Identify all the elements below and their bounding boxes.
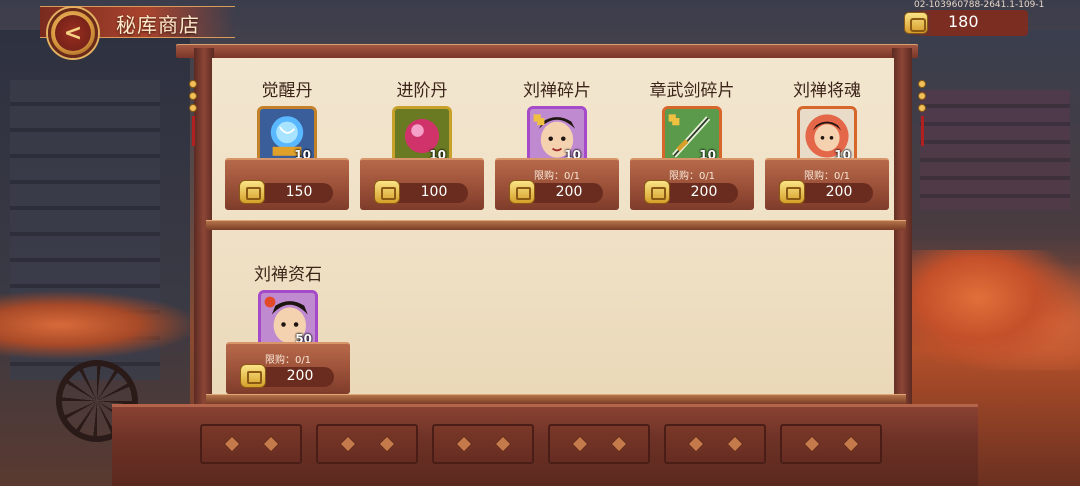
item-price: 200 — [825, 184, 853, 200]
item-name: 觉醒丹 — [261, 81, 313, 101]
shelf-board-bottom — [206, 394, 906, 404]
tassel-ornament-right — [918, 80, 926, 164]
base-ornament-panel — [200, 424, 302, 464]
base-ornament-panel — [432, 424, 534, 464]
gold-ingot-icon — [240, 364, 266, 388]
page-title: 秘库商店 — [116, 13, 200, 37]
item-name: 刘禅将魂 — [793, 81, 861, 101]
gold-ingot-icon — [374, 180, 400, 204]
liu-shan-stone-icon: 50 — [258, 290, 318, 350]
base-ornament-panel — [548, 424, 650, 464]
liu-shan-shard-icon: 10 — [527, 106, 587, 166]
item-price: 200 — [286, 368, 314, 384]
item-name: 进阶丹 — [396, 81, 448, 101]
cabinet-top-beam — [176, 44, 918, 58]
currency-value: 180 — [948, 12, 979, 31]
shelf-board-top — [206, 220, 906, 230]
background-foliage-left — [0, 290, 200, 360]
shop-item[interactable]: 进阶丹 10 100 — [360, 76, 484, 210]
tassel-ornament-left — [189, 80, 197, 164]
server-id: 02-103960788-2641.1-109-1 — [914, 0, 1045, 10]
shop-item[interactable]: 章武剑碎片 10 限购：0/1 200 — [630, 76, 754, 210]
base-ornament-panel — [780, 424, 882, 464]
back-button[interactable]: < — [48, 8, 98, 58]
shop-item[interactable]: 刘禅将魂 10 限购：0/1 200 — [765, 76, 889, 210]
item-name: 章武剑碎片 — [649, 81, 735, 101]
item-name: 刘禅碎片 — [523, 81, 591, 101]
shop-item[interactable]: 刘禅资石 50 限购：0/1 200 — [226, 260, 350, 394]
item-price: 200 — [690, 184, 718, 200]
gold-ingot-icon — [509, 180, 535, 204]
gold-ingot-icon — [644, 180, 670, 204]
back-arrow-icon: < — [55, 15, 91, 51]
advance-pill-icon: 10 — [392, 106, 452, 166]
item-price: 150 — [285, 184, 313, 200]
shop-item[interactable]: 刘禅碎片 10 限购：0/1 200 — [495, 76, 619, 210]
background-foliage-right — [910, 250, 1080, 370]
gold-ingot-icon — [779, 180, 805, 204]
item-name: 刘禅资石 — [254, 265, 322, 285]
item-price: 200 — [555, 184, 583, 200]
awakening-pill-icon: 10 — [257, 106, 317, 166]
base-ornament-panel — [664, 424, 766, 464]
shop-item[interactable]: 觉醒丹 10 150 — [225, 76, 349, 210]
item-price: 100 — [420, 184, 448, 200]
base-ornament-panel — [316, 424, 418, 464]
liu-shan-soul-icon: 10 — [797, 106, 857, 166]
gold-ingot-icon — [904, 12, 928, 34]
zhangwu-sword-shard-icon: 10 — [662, 106, 722, 166]
gold-ingot-icon — [239, 180, 265, 204]
